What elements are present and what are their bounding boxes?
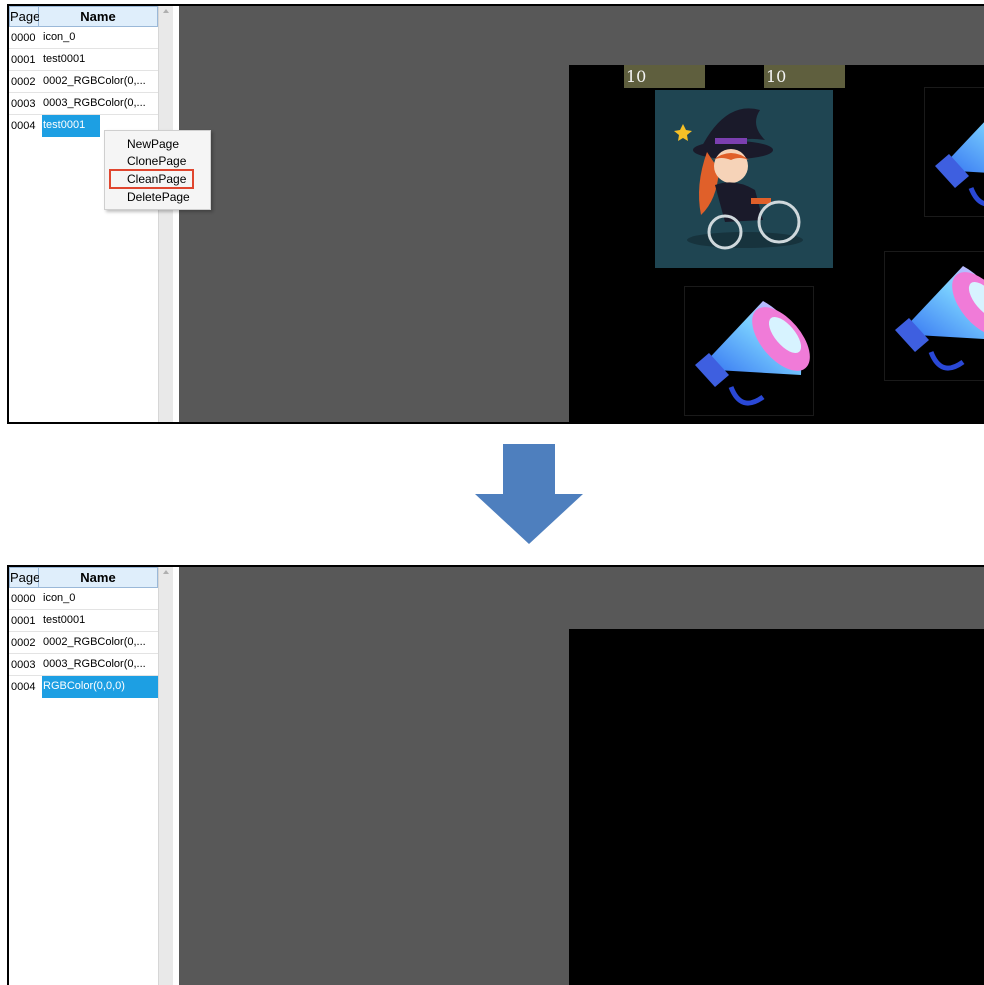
column-header-name[interactable]: Name <box>39 567 158 588</box>
column-header-page[interactable]: Page <box>9 6 40 27</box>
page-number: 0001 <box>11 614 36 627</box>
page-screen: 10 10 <box>569 65 984 422</box>
page-name: 0003_RGBColor(0,... <box>43 97 146 109</box>
page-list: Page Name 0000 icon_0 0001 test0001 0002… <box>9 6 158 422</box>
page-name: 0002_RGBColor(0,... <box>43 636 146 648</box>
page-list-header: Page Name <box>9 567 158 588</box>
page-number: 0001 <box>11 53 36 66</box>
page-list-scrollbar[interactable] <box>158 567 173 985</box>
down-arrow-icon <box>475 444 583 544</box>
page-list-scrollbar[interactable] <box>158 6 173 422</box>
page-name: RGBColor(0,0,0) <box>42 676 158 698</box>
page-number: 0002 <box>11 636 36 649</box>
page-number: 0004 <box>11 120 36 132</box>
page-row[interactable]: 0001 test0001 <box>9 610 158 632</box>
design-canvas <box>179 567 984 985</box>
page-row[interactable]: 0002 0002_RGBColor(0,... <box>9 71 158 93</box>
page-list-header: Page Name <box>9 6 158 27</box>
page-row[interactable]: 0002 0002_RGBColor(0,... <box>9 632 158 654</box>
page-number: 0004 <box>11 681 36 693</box>
menu-item-new-page[interactable]: NewPage <box>127 136 179 152</box>
page-name: 0003_RGBColor(0,... <box>43 658 146 670</box>
megaphone-icon[interactable] <box>924 87 984 217</box>
page-number: 0003 <box>11 97 36 110</box>
menu-item-clone-page[interactable]: ClonePage <box>127 153 186 169</box>
page-name: test0001 <box>43 614 86 626</box>
page-name: test0001 <box>42 115 100 137</box>
megaphone-icon[interactable] <box>884 251 984 381</box>
design-canvas: 10 10 <box>179 6 984 422</box>
page-number: 0003 <box>11 658 36 671</box>
page-name: test0001 <box>43 53 86 65</box>
number-widget-2[interactable]: 10 <box>764 65 845 88</box>
page-name: 0002_RGBColor(0,... <box>43 75 146 87</box>
page-row[interactable]: 0001 test0001 <box>9 49 158 71</box>
megaphone-icon[interactable] <box>684 286 814 416</box>
scroll-up-arrow-icon[interactable] <box>163 9 169 13</box>
page-row[interactable]: 0003 0003_RGBColor(0,... <box>9 654 158 676</box>
page-number: 0000 <box>11 592 36 605</box>
editor-panel-after: Page Name 0000 icon_0 0001 test0001 0002… <box>7 565 984 985</box>
column-header-name[interactable]: Name <box>39 6 158 27</box>
scroll-up-arrow-icon[interactable] <box>163 570 169 574</box>
page-screen-cleaned <box>569 629 984 985</box>
number-widget-1[interactable]: 10 <box>624 65 705 88</box>
page-row-selected[interactable]: 0004 RGBColor(0,0,0) <box>9 676 158 698</box>
page-row[interactable]: 0000 icon_0 <box>9 27 158 49</box>
menu-item-clean-page[interactable]: CleanPage <box>109 169 194 189</box>
witch-on-bicycle-image[interactable] <box>655 90 833 268</box>
page-name: icon_0 <box>43 592 76 604</box>
page-number: 0002 <box>11 75 36 88</box>
page-row[interactable]: 0000 icon_0 <box>9 588 158 610</box>
column-header-page[interactable]: Page <box>9 567 40 588</box>
page-number: 0000 <box>11 31 36 44</box>
menu-item-delete-page[interactable]: DeletePage <box>127 189 190 205</box>
page-list: Page Name 0000 icon_0 0001 test0001 0002… <box>9 567 158 985</box>
editor-panel-before: Page Name 0000 icon_0 0001 test0001 0002… <box>7 4 984 424</box>
page-name: icon_0 <box>43 31 76 43</box>
page-row[interactable]: 0003 0003_RGBColor(0,... <box>9 93 158 115</box>
context-menu: NewPage ClonePage CleanPage DeletePage <box>104 130 211 210</box>
